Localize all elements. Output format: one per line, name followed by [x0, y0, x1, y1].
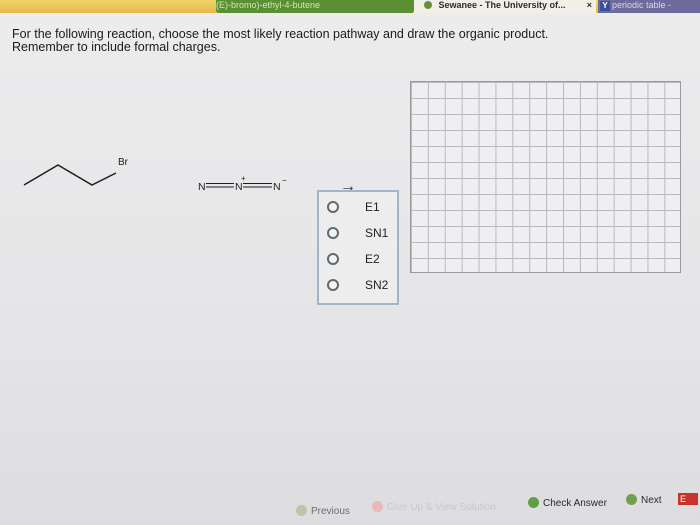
- choice-sn2-label: SN2: [365, 278, 389, 292]
- next-button[interactable]: Next: [626, 494, 662, 506]
- give-up-label: Give Up & View Solution: [387, 502, 496, 513]
- azide-ion-structure: N N + N −: [198, 175, 287, 193]
- choice-sn1[interactable]: SN1: [325, 225, 397, 243]
- azide-plus-charge: +: [241, 175, 246, 183]
- radio-sn2[interactable]: [327, 279, 339, 291]
- check-answer-label: Check Answer: [543, 498, 607, 509]
- check-icon: [528, 497, 539, 508]
- next-label: Next: [641, 495, 662, 506]
- browser-tab-1[interactable]: (E)-bromo)-ethyl-4-butene: [216, 0, 414, 13]
- question-prompt: For the following reaction, choose the m…: [12, 28, 672, 54]
- check-answer-button[interactable]: Check Answer: [528, 497, 607, 509]
- give-up-icon: [372, 501, 383, 512]
- choice-sn1-label: SN1: [365, 226, 389, 240]
- help-button[interactable]: E: [678, 493, 698, 505]
- choice-e2[interactable]: E2: [325, 251, 397, 269]
- radio-e2[interactable]: [327, 253, 339, 265]
- choice-e1-label: E1: [365, 200, 380, 214]
- browser-tab-3[interactable]: Y periodic table -: [598, 0, 700, 13]
- question-page: For the following reaction, choose the m…: [0, 13, 700, 525]
- carbon-chain-bonds: [23, 164, 117, 186]
- azide-n3: N: [273, 181, 281, 193]
- next-icon: [626, 494, 637, 505]
- choice-e2-label: E2: [365, 252, 380, 266]
- drawing-canvas[interactable]: [410, 81, 681, 273]
- give-up-button[interactable]: Give Up & View Solution: [372, 501, 496, 513]
- yahoo-icon: Y: [600, 1, 610, 11]
- bromine-label: Br: [118, 157, 129, 168]
- alkyl-bromide-structure: Br: [23, 157, 129, 186]
- choice-sn2[interactable]: SN2: [325, 277, 397, 295]
- browser-tab-2[interactable]: Sewanee - The University of... ×: [414, 0, 596, 13]
- close-tab-icon[interactable]: ×: [587, 0, 592, 11]
- browser-tab-bar: (E)-bromo)-ethyl-4-butene Sewanee - The …: [0, 0, 700, 13]
- radio-e1[interactable]: [327, 201, 339, 213]
- pathway-choices: E1 SN1 E2 SN2: [317, 190, 399, 305]
- navigation-bar: Previous Give Up & View Solution Check A…: [0, 491, 700, 525]
- browser-tab-1-label: (E)-bromo)-ethyl-4-butene: [216, 0, 321, 10]
- radio-sn1[interactable]: [327, 227, 339, 239]
- previous-icon: [296, 505, 307, 516]
- azide-minus-charge: −: [282, 176, 287, 185]
- previous-button[interactable]: Previous: [296, 505, 350, 517]
- sewanee-seal-icon: [424, 1, 432, 9]
- browser-tab-2-label: Sewanee - The University of...: [438, 0, 566, 10]
- question-line-2: Remember to include formal charges.: [12, 40, 221, 54]
- browser-tab-3-label: periodic table -: [612, 0, 672, 10]
- choice-e1[interactable]: E1: [325, 199, 397, 217]
- previous-label: Previous: [311, 506, 350, 517]
- azide-n1: N: [198, 181, 206, 193]
